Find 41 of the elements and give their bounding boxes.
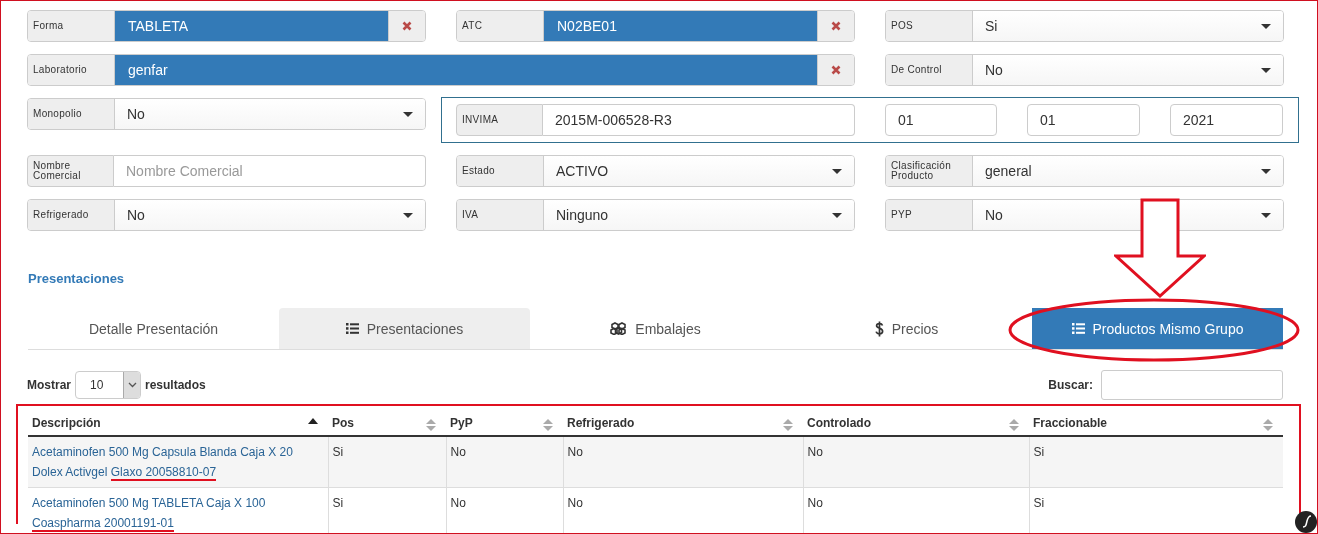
table-cell: No [446,487,563,533]
dollar-icon [874,320,884,337]
date-field[interactable]: 01 [1027,104,1140,136]
product-link[interactable]: Acetaminofen 500 Mg TABLETA Caja X 100 Coaspharma 20001191-01 [32,493,324,533]
tab[interactable]: Embalajes [530,308,781,349]
cubes-icon [610,322,628,335]
search-label: Buscar: [1048,378,1093,392]
table-cell: No [563,436,803,488]
table-cell: Si [1029,436,1283,488]
tab[interactable]: Precios [781,308,1032,349]
table-cell: Si [328,487,446,533]
section-heading: Presentaciones [28,271,126,286]
tab[interactable]: Presentaciones [279,308,530,349]
table-cell: No [803,436,1029,488]
sort-ascending-icon [308,418,318,424]
sort-icon [543,419,553,431]
field-label: Nombre Comercial [27,155,114,187]
date-field[interactable]: 2021 [1170,104,1283,136]
table-cell: Si [1029,487,1283,533]
search-field[interactable] [1101,370,1283,400]
toolbar-icon [1295,511,1317,533]
input-field[interactable]: Nombre Comercial [114,155,426,187]
field-label: INVIMA [456,104,543,136]
table-cell: No [803,487,1029,533]
sort-icon [1009,419,1019,431]
tab[interactable]: Productos Mismo Grupo [1032,308,1283,349]
table-cell: No [563,487,803,533]
page-size-select[interactable]: 10 [75,371,141,399]
sort-icon [783,419,793,431]
sort-icon [426,419,436,431]
sort-icon [1263,419,1273,431]
list-icon [345,323,359,334]
length-label: resultados [145,378,206,392]
tab[interactable]: Detalle Presentación [28,308,279,349]
input-field[interactable]: 2015M-006528-R3 [543,104,855,136]
table-cell: No [446,436,563,488]
list-icon [1071,323,1085,334]
length-label: Mostrar [27,378,71,392]
chevron-icon [127,382,137,388]
date-field[interactable]: 01 [885,104,997,136]
table-cell: Si [328,436,446,488]
